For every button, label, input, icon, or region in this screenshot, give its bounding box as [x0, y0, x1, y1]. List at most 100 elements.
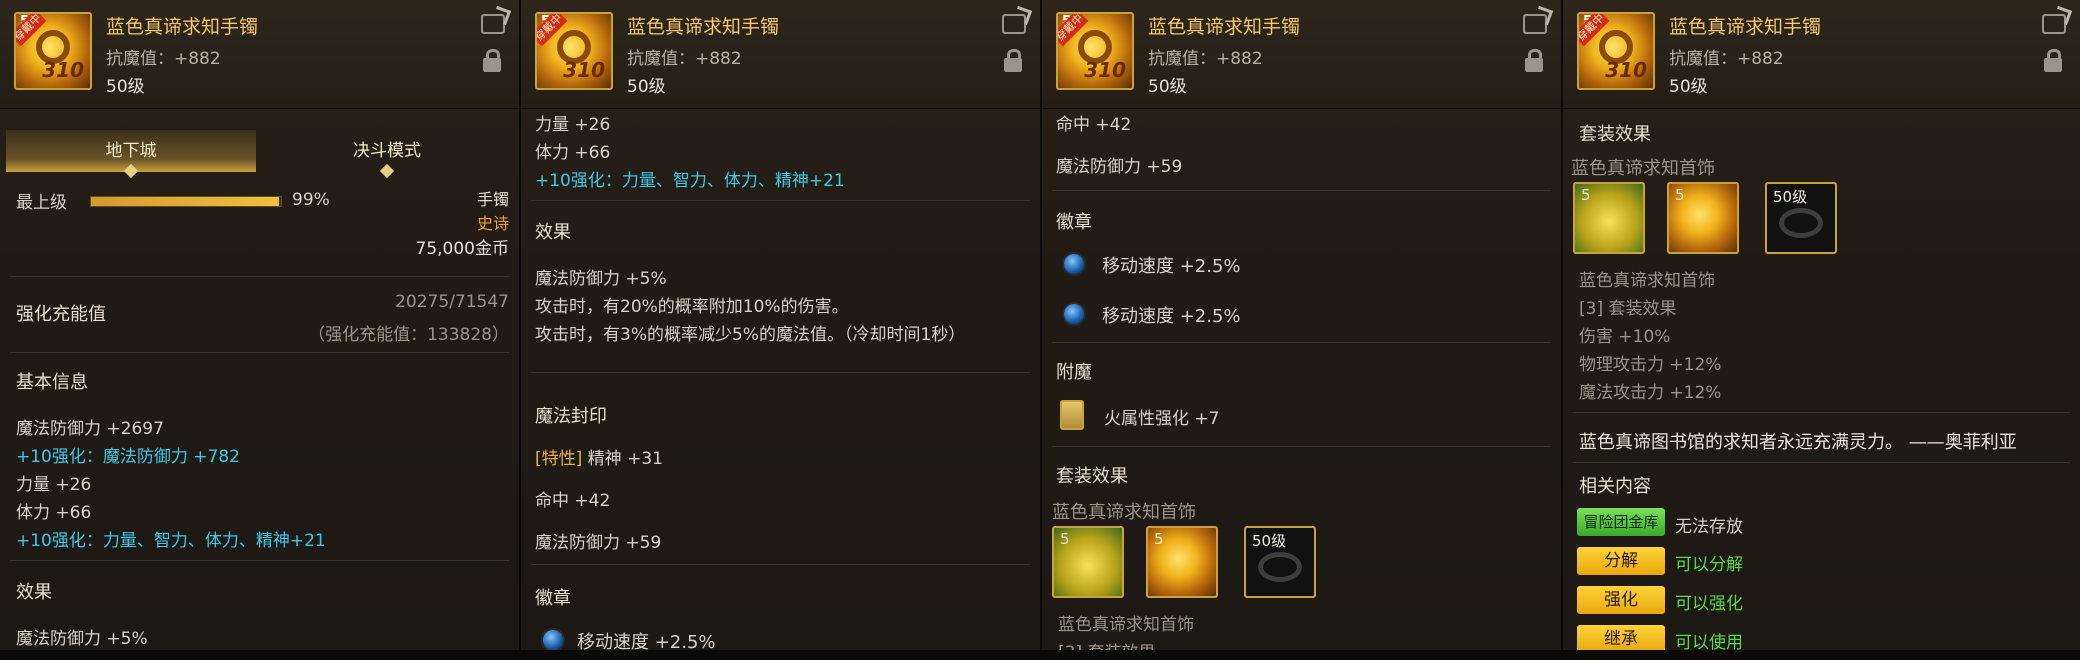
set-name: 蓝色真谛求知首饰 [1052, 502, 1196, 523]
enhance-stat-line: +10强化：力量、智力、体力、精神+21 [16, 531, 326, 551]
seal-value: 精神 +31 [587, 449, 663, 469]
set-piece-necklace[interactable]: 5 [1573, 182, 1645, 254]
set-name: 蓝色真谛求知首饰 [1571, 158, 1715, 179]
set-effect-title: [3] 套装效果 [1579, 299, 1677, 319]
tab-pvp-label: 决斗模式 [353, 141, 421, 161]
slot-label: 5 [1154, 530, 1164, 548]
slot-label: 50级 [1773, 188, 1808, 206]
tab-pvp[interactable]: 决斗模式 [262, 130, 512, 179]
enchant-line: 火属性强化 +7 [1104, 409, 1220, 429]
inherit-button[interactable]: 继承 [1577, 625, 1665, 653]
set-title: 套装效果 [1579, 124, 1651, 145]
item-tooltip-panel-2: 5 穿戴中 310 蓝色真谛求知手镯 抗魔值：+882 50级 力量 +26 体… [521, 0, 1040, 660]
item-tooltip-panel-1: 5 穿戴中 310 蓝色真谛求知手镯 抗魔值：+882 50级 地下城 决斗模式… [0, 0, 519, 660]
set-piece-bracelet[interactable]: 5 [1146, 526, 1218, 598]
effect-line: 魔法防御力 +5% [16, 629, 148, 649]
item-name: 蓝色真谛求知手镯 [106, 16, 259, 38]
divider [10, 560, 509, 561]
bracelet-item-icon: 5 穿戴中 310 [14, 12, 92, 90]
divider [531, 372, 1030, 373]
share-icon[interactable] [1002, 14, 1026, 34]
slot-label: 5 [1060, 530, 1070, 548]
item-attribute: 抗魔值：+882 [627, 49, 742, 69]
blue-emblem-icon [1062, 302, 1086, 326]
blue-emblem-icon [541, 628, 565, 652]
lock-icon[interactable] [2044, 49, 2062, 72]
stat-line: 力量 +26 [16, 475, 92, 495]
set-effect-line: 伤害 +10% [1579, 327, 1671, 347]
adventure-vault-button[interactable]: 冒险团金库 [1577, 508, 1665, 536]
seal-title: 魔法封印 [535, 406, 607, 427]
related-status: 可以使用 [1675, 633, 1743, 653]
item-level: 50级 [106, 77, 145, 97]
effect-title: 效果 [16, 582, 52, 603]
set-piece-bracelet[interactable]: 5 [1667, 182, 1739, 254]
stat-line: 体力 +66 [16, 503, 92, 523]
item-name: 蓝色真谛求知手镯 [627, 16, 780, 38]
basic-info-title: 基本信息 [16, 372, 88, 393]
item-tooltip-panel-4: 5 穿戴中 310 蓝色真谛求知手镯 抗魔值：+882 50级 套装效果 蓝色真… [1563, 0, 2080, 660]
item-tooltip-panel-3: 5 穿戴中 310 蓝色真谛求知手镯 抗魔值：+882 50级 命中 +42 魔… [1042, 0, 1561, 660]
enhance-button[interactable]: 强化 [1577, 586, 1665, 614]
divider [10, 352, 509, 353]
seal-line: [特性] 精神 +31 [535, 444, 663, 469]
stat-line: 魔法防御力 +2697 [16, 419, 164, 439]
set-subtitle: 蓝色真谛求知首饰 [1058, 615, 1194, 635]
item-level: 50级 [1669, 77, 1708, 97]
stat-line: 力量 +26 [535, 115, 611, 135]
lock-icon[interactable] [1004, 49, 1022, 72]
emblem-line: 移动速度 +2.5% [577, 632, 716, 653]
slot-label: 5 [1581, 186, 1591, 204]
stat-line: 命中 +42 [535, 491, 611, 511]
tooltip-header: 5 穿戴中 310 蓝色真谛求知手镯 抗魔值：+882 50级 [1563, 0, 2080, 109]
icon-level-mark: 310 [1084, 58, 1126, 82]
slot-label: 5 [1675, 186, 1685, 204]
tooltip-header: 5 穿戴中 310 蓝色真谛求知手镯 抗魔值：+882 50级 [1042, 0, 1561, 109]
set-piece-necklace[interactable]: 5 [1052, 526, 1124, 598]
divider [1052, 342, 1551, 343]
stat-line: 魔法防御力 +59 [1056, 157, 1183, 177]
set-effect-partial: [3] 套装效果 [1058, 643, 1156, 660]
share-icon[interactable] [2042, 14, 2066, 34]
set-title: 套装效果 [1056, 466, 1128, 487]
emblem-title: 徽章 [535, 588, 571, 609]
stat-line: 魔法防御力 +59 [535, 533, 662, 553]
divider [531, 564, 1030, 565]
tab-diamond-icon [123, 163, 139, 179]
stat-line: 体力 +66 [535, 143, 611, 163]
set-piece-ring[interactable]: 50级 [1765, 182, 1837, 254]
related-status: 无法存放 [1675, 517, 1743, 537]
item-level: 50级 [627, 77, 666, 97]
related-status: 可以分解 [1675, 555, 1743, 575]
upgrade-progress-bar [90, 196, 282, 207]
enhance-charge-note: （强化充能值：133828） [308, 325, 509, 345]
item-attribute: 抗魔值：+882 [1669, 49, 1784, 69]
related-status: 可以强化 [1675, 594, 1743, 614]
tab-dungeon[interactable]: 地下城 [6, 130, 256, 179]
enhance-stat-line: +10强化：魔法防御力 +782 [16, 447, 240, 467]
bracelet-item-icon: 5 穿戴中 310 [535, 12, 613, 90]
blue-emblem-icon [1062, 252, 1086, 276]
share-icon[interactable] [1523, 14, 1547, 34]
enhance-stat-line: +10强化：力量、智力、体力、精神+21 [535, 171, 845, 191]
lock-icon[interactable] [1525, 49, 1543, 72]
bracelet-item-icon: 5 穿戴中 310 [1056, 12, 1134, 90]
upgrade-label: 最上级 [16, 193, 67, 213]
emblem-title: 徽章 [1056, 212, 1092, 233]
effect-line: 魔法防御力 +5% [535, 269, 667, 289]
item-name: 蓝色真谛求知手镯 [1669, 16, 1822, 38]
effect-title: 效果 [535, 222, 571, 243]
tab-diamond-icon [379, 163, 395, 179]
divider [531, 200, 1030, 201]
disassemble-button[interactable]: 分解 [1577, 547, 1665, 575]
item-name: 蓝色真谛求知手镯 [1148, 16, 1301, 38]
item-level: 50级 [1148, 77, 1187, 97]
price: 75,000金币 [415, 239, 509, 259]
divider [10, 276, 509, 277]
share-icon[interactable] [481, 14, 505, 34]
set-piece-ring[interactable]: 50级 [1244, 526, 1316, 598]
slot-label: 50级 [1252, 532, 1287, 550]
lock-icon[interactable] [483, 49, 501, 72]
icon-level-mark: 310 [42, 58, 84, 82]
seal-tag: [特性] [535, 449, 583, 469]
